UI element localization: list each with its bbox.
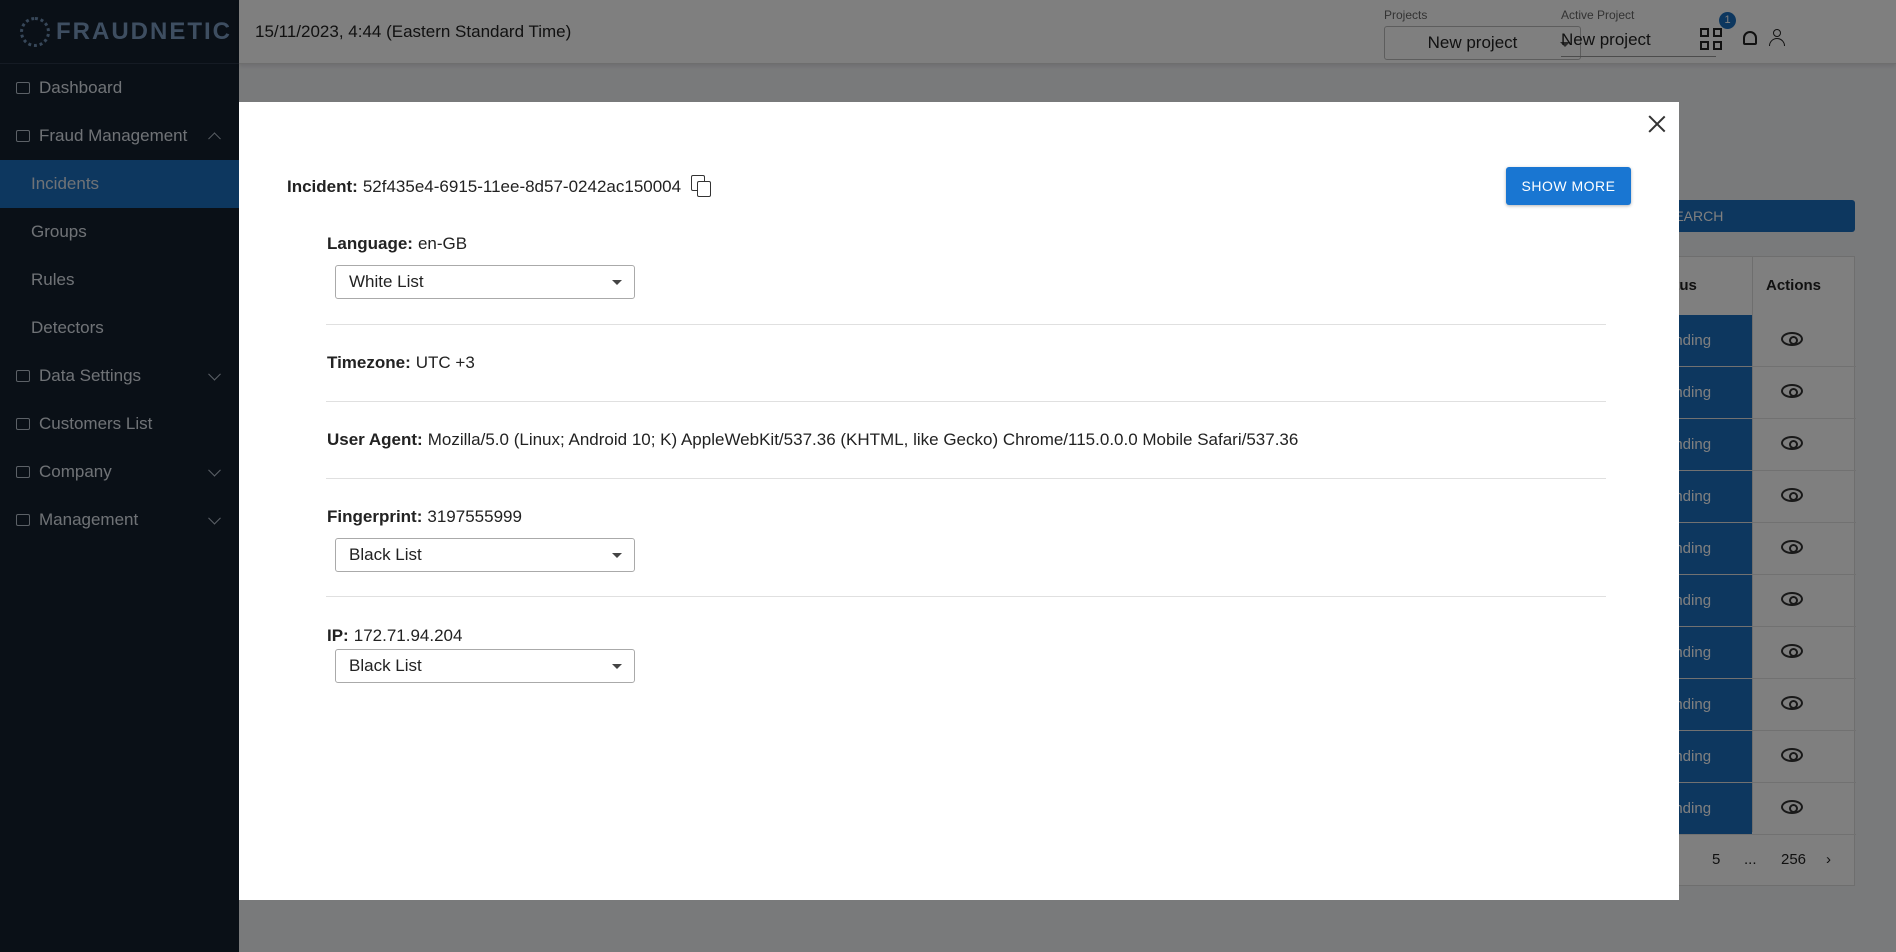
language-label: Language: [327, 234, 413, 253]
user-agent-field: User Agent: Mozilla/5.0 (Linux; Android 1… [327, 430, 1298, 450]
ip-value: 172.71.94.204 [353, 626, 463, 645]
fingerprint-list-select[interactable]: Black List [335, 538, 635, 572]
incident-details-modal: Incident: 52f435e4-6915-11ee-8d57-0242ac… [239, 102, 1679, 900]
user-agent-label: User Agent: [327, 430, 423, 449]
caret-down-icon [612, 664, 622, 669]
user-agent-value: Mozilla/5.0 (Linux; Android 10; K) Apple… [427, 430, 1299, 449]
close-icon[interactable] [1645, 112, 1669, 136]
language-value: en-GB [417, 234, 468, 253]
language-list-select[interactable]: White List [335, 265, 635, 299]
caret-down-icon [612, 280, 622, 285]
ip-label: IP: [327, 626, 349, 645]
incident-label: Incident: [287, 177, 358, 196]
language-list-value: White List [349, 272, 424, 291]
divider [326, 478, 1606, 479]
fingerprint-list-value: Black List [349, 545, 422, 564]
ip-list-value: Black List [349, 656, 422, 675]
ip-field: IP: 172.71.94.204 [327, 626, 462, 646]
fingerprint-field: Fingerprint: 3197555999 [327, 507, 522, 527]
copy-icon[interactable] [691, 175, 713, 199]
divider [326, 401, 1606, 402]
timezone-value: UTC +3 [415, 353, 475, 372]
fingerprint-value: 3197555999 [427, 507, 522, 526]
timezone-label: Timezone: [327, 353, 411, 372]
caret-down-icon [612, 553, 622, 558]
language-field: Language: en-GB [327, 234, 467, 254]
show-more-button[interactable]: SHOW MORE [1506, 167, 1631, 205]
divider [326, 324, 1606, 325]
incident-id: 52f435e4-6915-11ee-8d57-0242ac150004 [362, 177, 682, 196]
timezone-field: Timezone: UTC +3 [327, 353, 475, 373]
divider [326, 596, 1606, 597]
fingerprint-label: Fingerprint: [327, 507, 423, 526]
incident-header: Incident: 52f435e4-6915-11ee-8d57-0242ac… [287, 175, 713, 199]
ip-list-select[interactable]: Black List [335, 649, 635, 683]
